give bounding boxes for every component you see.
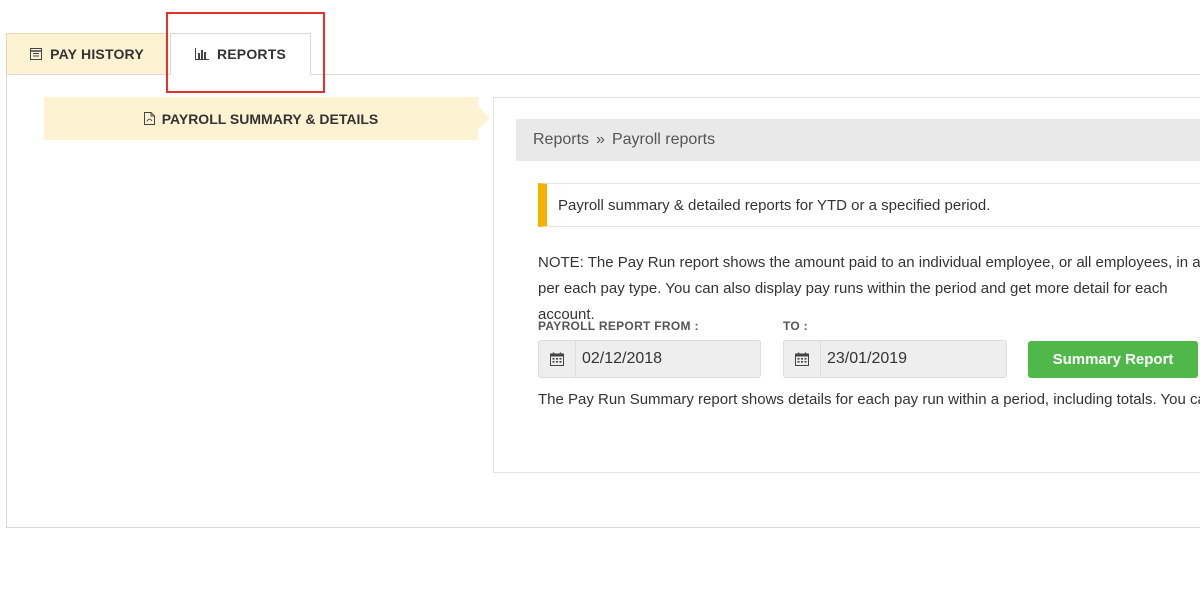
calendar-icon[interactable] [784, 341, 821, 377]
info-callout: Payroll summary & detailed reports for Y… [538, 183, 1200, 227]
breadcrumb-current: Payroll reports [611, 131, 716, 148]
tab-pay-history[interactable]: PAY HISTORY [6, 33, 168, 74]
summary-report-button[interactable]: Summary Report [1028, 341, 1198, 378]
bar-chart-icon [194, 48, 209, 60]
calendar-list-icon [30, 48, 43, 60]
sidebar-item-label: PAYROLL SUMMARY & DETAILS [161, 110, 379, 127]
calendar-icon[interactable] [539, 341, 576, 377]
breadcrumb: Reports » Payroll reports [516, 119, 1200, 161]
pdf-file-icon [143, 112, 155, 125]
breadcrumb-separator: » [596, 131, 605, 148]
info-callout-text: Payroll summary & detailed reports for Y… [558, 196, 991, 214]
tab-pay-history-label: PAY HISTORY [50, 46, 144, 62]
note-text-content: NOTE: The Pay Run report shows the amoun… [538, 254, 1200, 323]
to-label: TO : [783, 319, 808, 333]
summary-description: The Pay Run Summary report shows details… [538, 391, 1200, 408]
tab-reports[interactable]: REPORTS [170, 33, 311, 75]
tab-reports-label: REPORTS [216, 46, 287, 62]
tab-bar: PAY HISTORY REPORTS [0, 0, 1200, 75]
from-date-field[interactable] [538, 340, 761, 378]
from-label: PAYROLL REPORT FROM : [538, 319, 699, 333]
breadcrumb-root[interactable]: Reports [533, 131, 589, 149]
to-date-input[interactable] [821, 350, 1001, 368]
sidebar-item-payroll-summary[interactable]: PAYROLL SUMMARY & DETAILS [44, 97, 490, 140]
note-text: NOTE: The Pay Run report shows the amoun… [538, 250, 1200, 328]
to-date-field[interactable] [783, 340, 1007, 378]
from-date-input[interactable] [576, 350, 756, 368]
